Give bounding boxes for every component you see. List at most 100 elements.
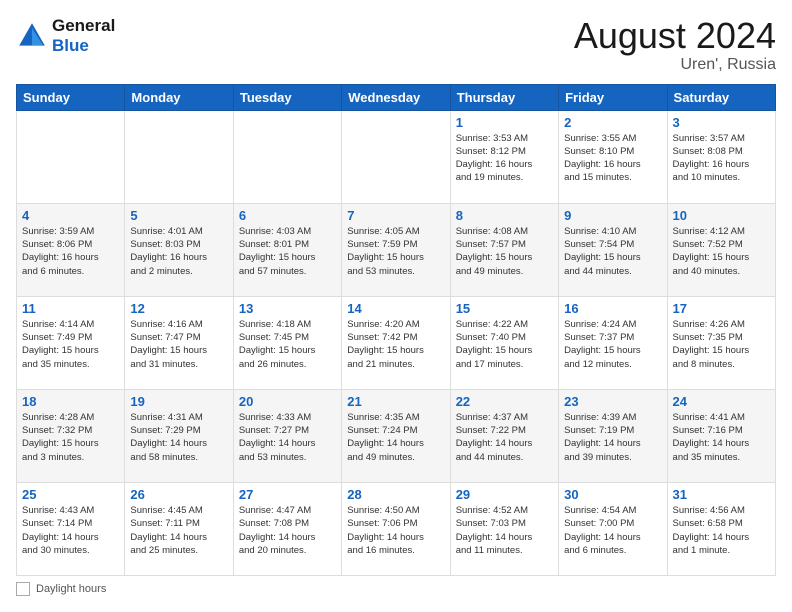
day-info: Sunrise: 4:16 AM Sunset: 7:47 PM Dayligh… bbox=[130, 318, 227, 371]
title-block: August 2024 Uren', Russia bbox=[574, 16, 776, 74]
day-info: Sunrise: 4:28 AM Sunset: 7:32 PM Dayligh… bbox=[22, 411, 119, 464]
page: General Blue August 2024 Uren', Russia S… bbox=[0, 0, 792, 612]
day-number: 29 bbox=[456, 487, 553, 502]
calendar-cell bbox=[233, 110, 341, 203]
calendar-cell: 12 Sunrise: 4:16 AM Sunset: 7:47 PM Dayli… bbox=[125, 296, 233, 389]
day-number: 5 bbox=[130, 208, 227, 223]
day-number: 25 bbox=[22, 487, 119, 502]
calendar-week-row: 11 Sunrise: 4:14 AM Sunset: 7:49 PM Dayli… bbox=[17, 296, 776, 389]
day-number: 1 bbox=[456, 115, 553, 130]
day-info: Sunrise: 4:01 AM Sunset: 8:03 PM Dayligh… bbox=[130, 225, 227, 278]
day-number: 27 bbox=[239, 487, 336, 502]
calendar-cell: 8 Sunrise: 4:08 AM Sunset: 7:57 PM Daylig… bbox=[450, 203, 558, 296]
day-info: Sunrise: 4:37 AM Sunset: 7:22 PM Dayligh… bbox=[456, 411, 553, 464]
calendar-cell: 9Sunrise: 4:10 AM Sunset: 7:54 PM Daylig… bbox=[559, 203, 667, 296]
calendar-cell: 30Sunrise: 4:54 AM Sunset: 7:00 PM Dayli… bbox=[559, 482, 667, 575]
day-number: 4 bbox=[22, 208, 119, 223]
calendar-day-header: Monday bbox=[125, 84, 233, 110]
calendar-cell bbox=[17, 110, 125, 203]
day-number: 24 bbox=[673, 394, 770, 409]
calendar-cell: 25 Sunrise: 4:43 AM Sunset: 7:14 PM Dayli… bbox=[17, 482, 125, 575]
day-number: 17 bbox=[673, 301, 770, 316]
day-number: 3 bbox=[673, 115, 770, 130]
day-info: Sunrise: 4:24 AM Sunset: 7:37 PM Dayligh… bbox=[564, 318, 661, 371]
calendar-cell: 16 Sunrise: 4:24 AM Sunset: 7:37 PM Dayli… bbox=[559, 296, 667, 389]
calendar-cell: 22 Sunrise: 4:37 AM Sunset: 7:22 PM Dayli… bbox=[450, 389, 558, 482]
day-number: 11 bbox=[22, 301, 119, 316]
calendar-cell: 4 Sunrise: 3:59 AM Sunset: 8:06 PM Daylig… bbox=[17, 203, 125, 296]
footer: Daylight hours bbox=[16, 582, 776, 596]
calendar-table: SundayMondayTuesdayWednesdayThursdayFrid… bbox=[16, 84, 776, 576]
day-info: Sunrise: 4:33 AM Sunset: 7:27 PM Dayligh… bbox=[239, 411, 336, 464]
calendar-cell: 10Sunrise: 4:12 AM Sunset: 7:52 PM Dayli… bbox=[667, 203, 775, 296]
calendar-cell: 5 Sunrise: 4:01 AM Sunset: 8:03 PM Daylig… bbox=[125, 203, 233, 296]
day-info: Sunrise: 4:52 AM Sunset: 7:03 PM Dayligh… bbox=[456, 504, 553, 557]
logo: General Blue bbox=[16, 16, 115, 56]
day-info: Sunrise: 4:45 AM Sunset: 7:11 PM Dayligh… bbox=[130, 504, 227, 557]
day-info: Sunrise: 3:53 AM Sunset: 8:12 PM Dayligh… bbox=[456, 132, 553, 185]
day-info: Sunrise: 4:43 AM Sunset: 7:14 PM Dayligh… bbox=[22, 504, 119, 557]
day-info: Sunrise: 3:55 AM Sunset: 8:10 PM Dayligh… bbox=[564, 132, 661, 185]
day-number: 13 bbox=[239, 301, 336, 316]
calendar-cell: 20 Sunrise: 4:33 AM Sunset: 7:27 PM Dayli… bbox=[233, 389, 341, 482]
day-info: Sunrise: 4:14 AM Sunset: 7:49 PM Dayligh… bbox=[22, 318, 119, 371]
day-info: Sunrise: 4:50 AM Sunset: 7:06 PM Dayligh… bbox=[347, 504, 444, 557]
day-info: Sunrise: 4:56 AM Sunset: 6:58 PM Dayligh… bbox=[673, 504, 770, 557]
day-number: 20 bbox=[239, 394, 336, 409]
day-info: Sunrise: 4:54 AM Sunset: 7:00 PM Dayligh… bbox=[564, 504, 661, 557]
subtitle: Uren', Russia bbox=[574, 56, 776, 74]
day-number: 18 bbox=[22, 394, 119, 409]
calendar-cell: 27 Sunrise: 4:47 AM Sunset: 7:08 PM Dayli… bbox=[233, 482, 341, 575]
calendar-cell: 14 Sunrise: 4:20 AM Sunset: 7:42 PM Dayli… bbox=[342, 296, 450, 389]
day-number: 21 bbox=[347, 394, 444, 409]
calendar-cell: 26 Sunrise: 4:45 AM Sunset: 7:11 PM Dayli… bbox=[125, 482, 233, 575]
calendar-day-header: Saturday bbox=[667, 84, 775, 110]
day-number: 31 bbox=[673, 487, 770, 502]
day-number: 19 bbox=[130, 394, 227, 409]
day-number: 2 bbox=[564, 115, 661, 130]
day-number: 26 bbox=[130, 487, 227, 502]
day-number: 6 bbox=[239, 208, 336, 223]
day-info: Sunrise: 4:26 AM Sunset: 7:35 PM Dayligh… bbox=[673, 318, 770, 371]
calendar-cell: 24Sunrise: 4:41 AM Sunset: 7:16 PM Dayli… bbox=[667, 389, 775, 482]
calendar-week-row: 18 Sunrise: 4:28 AM Sunset: 7:32 PM Dayli… bbox=[17, 389, 776, 482]
day-info: Sunrise: 4:18 AM Sunset: 7:45 PM Dayligh… bbox=[239, 318, 336, 371]
calendar-cell: 21 Sunrise: 4:35 AM Sunset: 7:24 PM Dayli… bbox=[342, 389, 450, 482]
day-info: Sunrise: 4:05 AM Sunset: 7:59 PM Dayligh… bbox=[347, 225, 444, 278]
day-number: 12 bbox=[130, 301, 227, 316]
day-number: 23 bbox=[564, 394, 661, 409]
day-info: Sunrise: 4:22 AM Sunset: 7:40 PM Dayligh… bbox=[456, 318, 553, 371]
day-number: 10 bbox=[673, 208, 770, 223]
calendar-day-header: Wednesday bbox=[342, 84, 450, 110]
calendar-cell: 7 Sunrise: 4:05 AM Sunset: 7:59 PM Daylig… bbox=[342, 203, 450, 296]
calendar-cell: 19Sunrise: 4:31 AM Sunset: 7:29 PM Dayli… bbox=[125, 389, 233, 482]
calendar-cell: 23Sunrise: 4:39 AM Sunset: 7:19 PM Dayli… bbox=[559, 389, 667, 482]
calendar-week-row: 25 Sunrise: 4:43 AM Sunset: 7:14 PM Dayli… bbox=[17, 482, 776, 575]
calendar-cell: 11 Sunrise: 4:14 AM Sunset: 7:49 PM Dayli… bbox=[17, 296, 125, 389]
day-info: Sunrise: 3:59 AM Sunset: 8:06 PM Dayligh… bbox=[22, 225, 119, 278]
day-number: 14 bbox=[347, 301, 444, 316]
calendar-cell: 28Sunrise: 4:50 AM Sunset: 7:06 PM Dayli… bbox=[342, 482, 450, 575]
main-title: August 2024 bbox=[574, 16, 776, 56]
day-number: 7 bbox=[347, 208, 444, 223]
day-info: Sunrise: 4:03 AM Sunset: 8:01 PM Dayligh… bbox=[239, 225, 336, 278]
day-info: Sunrise: 3:57 AM Sunset: 8:08 PM Dayligh… bbox=[673, 132, 770, 185]
day-info: Sunrise: 4:20 AM Sunset: 7:42 PM Dayligh… bbox=[347, 318, 444, 371]
day-info: Sunrise: 4:35 AM Sunset: 7:24 PM Dayligh… bbox=[347, 411, 444, 464]
day-number: 8 bbox=[456, 208, 553, 223]
footer-label: Daylight hours bbox=[36, 583, 106, 595]
calendar-cell: 2 Sunrise: 3:55 AM Sunset: 8:10 PM Daylig… bbox=[559, 110, 667, 203]
calendar-week-row: 1 Sunrise: 3:53 AM Sunset: 8:12 PM Daylig… bbox=[17, 110, 776, 203]
calendar-week-row: 4 Sunrise: 3:59 AM Sunset: 8:06 PM Daylig… bbox=[17, 203, 776, 296]
day-info: Sunrise: 4:08 AM Sunset: 7:57 PM Dayligh… bbox=[456, 225, 553, 278]
day-number: 22 bbox=[456, 394, 553, 409]
day-number: 15 bbox=[456, 301, 553, 316]
day-number: 16 bbox=[564, 301, 661, 316]
calendar-cell: 17 Sunrise: 4:26 AM Sunset: 7:35 PM Dayli… bbox=[667, 296, 775, 389]
calendar-cell: 15 Sunrise: 4:22 AM Sunset: 7:40 PM Dayli… bbox=[450, 296, 558, 389]
calendar-cell: 6 Sunrise: 4:03 AM Sunset: 8:01 PM Daylig… bbox=[233, 203, 341, 296]
day-info: Sunrise: 4:47 AM Sunset: 7:08 PM Dayligh… bbox=[239, 504, 336, 557]
day-number: 9 bbox=[564, 208, 661, 223]
calendar-cell bbox=[125, 110, 233, 203]
calendar-cell bbox=[342, 110, 450, 203]
